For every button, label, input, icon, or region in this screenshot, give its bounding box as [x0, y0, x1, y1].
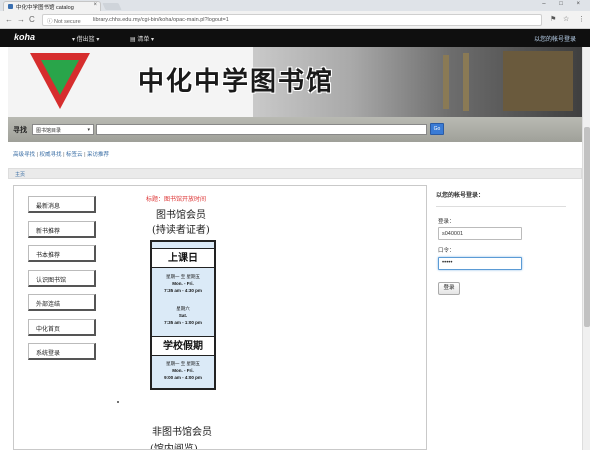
browser-tab-bar: 中化中学图书馆 catalog × – □ × [0, 0, 590, 11]
saturday-en: Sat. [178, 313, 188, 318]
non-members-heading: 非图书馆会员 [152, 427, 212, 438]
tab-title: 中化中学图书馆 catalog [16, 5, 74, 11]
breadcrumb-home[interactable]: 主页 [15, 171, 25, 178]
advanced-search-link[interactable]: 高级寻找 [13, 152, 35, 158]
window-controls[interactable]: – □ × [542, 1, 586, 7]
menu-item-system-login[interactable]: 系统登录 [28, 343, 96, 360]
new-tab-button[interactable] [102, 3, 122, 10]
scrollbar-thumb[interactable] [584, 127, 590, 327]
breadcrumb: 主页 [8, 168, 582, 179]
menu-item-news[interactable]: 最新消息 [28, 196, 96, 213]
browser-tab[interactable]: 中化中学图书馆 catalog × [3, 1, 101, 11]
menu-item-recommended[interactable]: 书本推荐 [28, 245, 96, 262]
search-bar: 寻找 图书馆目录 ▾ Go [8, 117, 582, 142]
menu-item-external-links[interactable]: 外部连结 [28, 294, 96, 311]
saturday-cn: 星期六 [176, 306, 190, 311]
username-field[interactable]: s040001 [438, 227, 522, 240]
menu-item-new-books[interactable]: 新书推荐 [28, 220, 96, 238]
purchase-suggestion-link[interactable]: 采访推荐 [87, 152, 109, 158]
search-input[interactable] [96, 124, 427, 135]
holiday-time: 9:00 am - 4:00 pm [164, 375, 202, 380]
members-heading: 图书馆会员 [156, 210, 206, 221]
url-field[interactable]: ⓘ Not secure library.chhs.edu.my/cgi-bin… [42, 14, 542, 26]
side-menu: 最新消息 新书推荐 书本推荐 认识图书馆 外部连结 中化首页 系统登录 [28, 196, 96, 368]
weekday-en: Mon. - Fri. [172, 281, 194, 286]
saturday-time: 7:35 am - 1:00 pm [164, 320, 202, 325]
username-label: 登录： [438, 219, 455, 225]
banner-title: 中化中学图书馆 [138, 67, 335, 97]
tab-close-icon[interactable]: × [93, 2, 97, 8]
login-divider [436, 206, 566, 207]
holiday-cn: 星期一 至 星期五 [166, 361, 200, 366]
reload-icon[interactable]: C [29, 15, 35, 24]
favicon-icon [8, 4, 13, 9]
login-title: 以您的帐号登录： [436, 193, 485, 199]
security-indicator[interactable]: ⓘ Not secure [47, 17, 81, 25]
password-field[interactable]: ••••• [438, 257, 522, 270]
weekday-time: 7:35 am - 4:30 pm [164, 288, 202, 293]
navbar-login-link[interactable]: 以您的帐号登录 [534, 34, 576, 43]
koha-logo[interactable]: koha [14, 32, 35, 42]
search-scope-select[interactable]: 图书馆目录 ▾ [32, 124, 94, 135]
search-label: 寻找 [13, 127, 27, 134]
search-links: 高级寻找 | 权威寻找 | 标签云 | 采访推荐 [13, 152, 110, 158]
library-banner: 中化中学图书馆 [8, 47, 582, 117]
bookmark-star-icon[interactable]: ☆ [563, 15, 569, 23]
non-members-subheading: (馆内阅览) [150, 444, 198, 450]
school-holiday-title: 学校假期 [152, 336, 214, 356]
stray-dot [117, 401, 119, 403]
tag-cloud-link[interactable]: 标签云 [66, 152, 83, 158]
address-bar-row: ← → C ⓘ Not secure library.chhs.edu.my/c… [0, 11, 590, 29]
notice-title: 标题：图书馆开放时间 [146, 197, 207, 203]
main-content-panel: 最新消息 新书推荐 书本推荐 认识图书馆 外部连结 中化首页 系统登录 标题：图… [13, 185, 427, 450]
weekday-cn: 星期一 至 星期五 [166, 274, 200, 279]
translate-icon[interactable]: ⚑ [550, 15, 556, 23]
url-text: library.chhs.edu.my/cgi-bin/koha/opac-ma… [93, 17, 229, 23]
cart-menu[interactable]: ▾ 借出篮 ▾ [72, 34, 99, 43]
login-button[interactable]: 登录 [438, 282, 460, 295]
login-panel: 以您的帐号登录： 登录： s040001 口令： ••••• 登录 [436, 190, 572, 295]
back-icon[interactable]: ← [5, 15, 13, 24]
search-go-button[interactable]: Go [430, 123, 444, 135]
koha-navbar: koha ▾ 借出篮 ▾ ▤ 清单 ▾ 以您的帐号登录 [0, 29, 590, 47]
menu-item-school-home[interactable]: 中化首页 [28, 318, 96, 336]
members-subheading: (持读者证者) [152, 225, 210, 236]
chevron-down-icon: ▾ [87, 127, 90, 133]
page-scrollbar[interactable] [582, 47, 590, 450]
opening-hours-card: 上课日 星期一 至 星期五 Mon. - Fri. 7:35 am - 4:30… [150, 240, 216, 390]
password-label: 口令： [438, 248, 455, 254]
school-logo-inner [41, 60, 79, 95]
browser-menu-icon[interactable]: ⋮ [578, 15, 585, 23]
forward-icon[interactable]: → [17, 15, 25, 24]
menu-item-about-library[interactable]: 认识图书馆 [28, 269, 96, 287]
class-day-title: 上课日 [152, 248, 214, 268]
authority-search-link[interactable]: 权威寻找 [40, 152, 62, 158]
lists-menu[interactable]: ▤ 清单 ▾ [130, 34, 154, 43]
holiday-en: Mon. - Fri. [172, 368, 194, 373]
